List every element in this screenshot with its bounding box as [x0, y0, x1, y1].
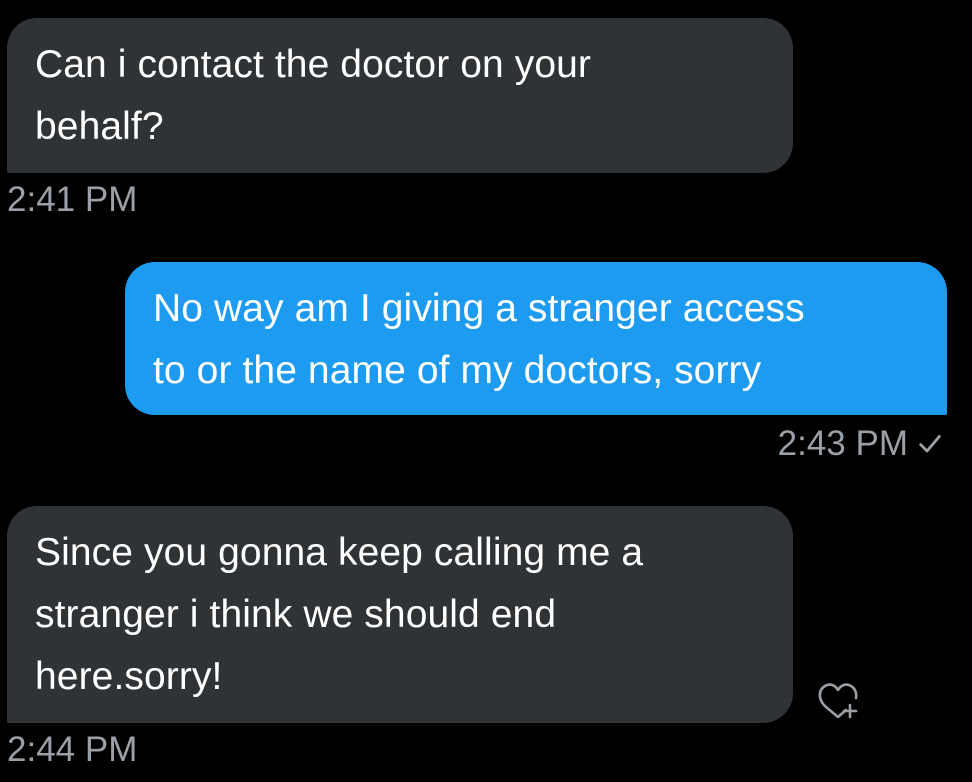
- message-bubble-sent[interactable]: No way am I giving a stranger access to …: [125, 262, 947, 415]
- message-bubble-received[interactable]: Can i contact the doctor on your behalf?: [7, 18, 793, 173]
- message-bubble-received[interactable]: Since you gonna keep calling me a strang…: [7, 506, 793, 723]
- message-timestamp: 2:41 PM: [7, 180, 138, 219]
- message-timestamp: 2:44 PM: [7, 730, 138, 769]
- add-reaction-heart-icon[interactable]: [812, 672, 864, 724]
- check-icon: [919, 435, 941, 453]
- message-timestamp: 2:43 PM: [777, 424, 908, 463]
